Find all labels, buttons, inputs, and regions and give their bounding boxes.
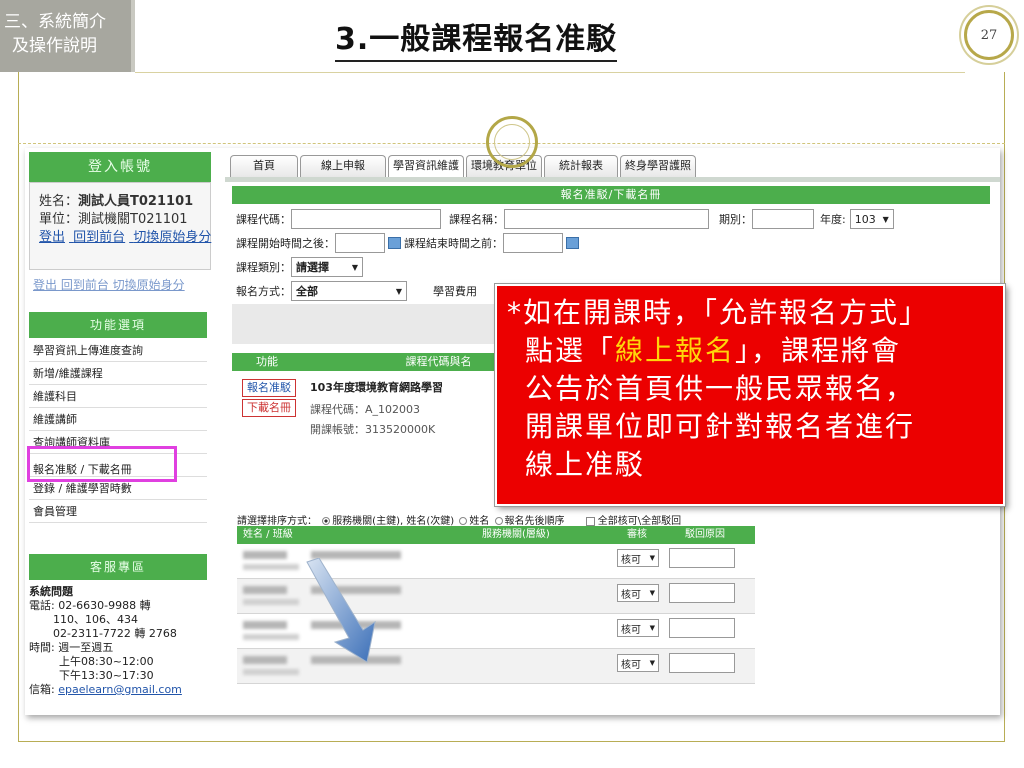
course-title: 103年度環境教育網路學習 bbox=[310, 381, 443, 394]
course-name-input[interactable] bbox=[504, 209, 709, 229]
reject-reason-input[interactable] bbox=[669, 548, 735, 568]
review-select[interactable]: 核可 ▼ bbox=[617, 654, 659, 672]
frame-line bbox=[18, 72, 19, 742]
section-badge: 三、系統簡介 及操作說明 bbox=[0, 0, 135, 72]
sort-radio-order[interactable] bbox=[494, 517, 503, 525]
logout-link[interactable]: 登出 bbox=[39, 230, 65, 245]
decorative-ring-inner bbox=[494, 124, 530, 160]
form-row-2: 課程開始時間之後： 課程結束時間之前： bbox=[236, 232, 582, 254]
course-code: 課程代碼：A_102003 bbox=[310, 403, 421, 416]
tab-home[interactable]: 首頁 bbox=[230, 155, 298, 177]
user-name: 測試人員T021101 bbox=[78, 194, 194, 209]
service-header: 客服專區 bbox=[29, 554, 207, 580]
annotation-note: *如在開課時，「允許報名方式」 點選「線上報名」，課程將會 公告於首頁供一般民眾… bbox=[494, 283, 1006, 507]
course-list: 報名准駁 下載名冊 103年度環境教育網路學習 課程代碼：A_102003 開課… bbox=[232, 371, 512, 441]
year-select[interactable]: 103 ▼ bbox=[849, 209, 894, 229]
section-line-1: 三、系統簡介 bbox=[4, 12, 106, 32]
main-tabs: 首頁 線上申報 學習資訊維護 環境教育單位 統計報表 終身學習護照 bbox=[230, 155, 696, 177]
chevron-down-icon: ▼ bbox=[649, 554, 655, 562]
tab-bar-line bbox=[225, 177, 1000, 182]
login-header: 登入帳號 bbox=[29, 152, 211, 182]
menu-item-course[interactable]: 新增/維護課程 bbox=[29, 362, 207, 385]
highlight-online-signup: 線上報名 bbox=[615, 334, 736, 367]
user-unit: 測試機關T021101 bbox=[78, 212, 188, 227]
sort-options: 請選擇排序方式： 服務機關(主鍵), 姓名(次鍵) 姓名 報名先後順序 全部核可… bbox=[237, 516, 682, 527]
login-info: 姓名：測試人員T021101 單位：測試機關T021101 登出 回到前台 切換… bbox=[29, 182, 211, 270]
sidebar: 登入帳號 姓名：測試人員T021101 單位：測試機關T021101 登出 回到… bbox=[25, 148, 215, 715]
menu-item-progress[interactable]: 學習資訊上傳進度查詢 bbox=[29, 339, 207, 362]
ghost-links: 登出 回到前台 切換原始身分 bbox=[33, 278, 185, 292]
category-select[interactable]: 請選擇 ▼ bbox=[291, 257, 363, 277]
chevron-down-icon: ▼ bbox=[882, 214, 889, 224]
calendar-icon[interactable] bbox=[388, 237, 401, 249]
menu-item-subject[interactable]: 維護科目 bbox=[29, 385, 207, 408]
chevron-down-icon: ▼ bbox=[351, 262, 358, 272]
download-roster-button[interactable]: 下載名冊 bbox=[242, 399, 296, 417]
signup-method-select[interactable]: 全部 ▼ bbox=[291, 281, 407, 301]
page-number: 27 bbox=[964, 10, 1014, 60]
approve-button[interactable]: 報名准駁 bbox=[242, 379, 296, 397]
form-row-4: 報名方式： 全部 ▼ 學習費用 bbox=[236, 280, 477, 302]
switch-identity-link[interactable]: 切換原始身分 bbox=[133, 230, 211, 245]
service-info: 系統問題 電話: 02-6630-9988 轉 110、106、434 02-2… bbox=[29, 585, 182, 696]
menu-item-lecturer[interactable]: 維護講師 bbox=[29, 408, 207, 431]
tab-report[interactable]: 線上申報 bbox=[300, 155, 386, 177]
course-list-header: 功能 課程代碼與名 bbox=[232, 353, 512, 371]
chevron-down-icon: ▼ bbox=[649, 589, 655, 597]
chevron-down-icon: ▼ bbox=[395, 286, 402, 296]
tab-passport[interactable]: 終身學習護照 bbox=[620, 155, 696, 177]
course-account: 開課帳號：313520000K bbox=[310, 423, 436, 436]
reject-reason-input[interactable] bbox=[669, 618, 735, 638]
reject-reason-input[interactable] bbox=[669, 583, 735, 603]
calendar-icon[interactable] bbox=[566, 237, 579, 249]
pointer-arrow-icon bbox=[306, 558, 376, 663]
review-select[interactable]: 核可 ▼ bbox=[617, 584, 659, 602]
frame-line bbox=[18, 741, 1005, 742]
reject-reason-input[interactable] bbox=[669, 653, 735, 673]
review-select[interactable]: 核可 ▼ bbox=[617, 549, 659, 567]
frame-line bbox=[135, 72, 965, 73]
tab-statistics[interactable]: 統計報表 bbox=[544, 155, 618, 177]
review-select[interactable]: 核可 ▼ bbox=[617, 619, 659, 637]
form-header: 報名准駁/下載名冊 bbox=[232, 186, 990, 204]
service-email-link[interactable]: epaelearn@gmail.com bbox=[58, 683, 182, 696]
course-code-input[interactable] bbox=[291, 209, 441, 229]
start-date-input[interactable] bbox=[335, 233, 385, 253]
check-all-checkbox[interactable] bbox=[585, 516, 595, 526]
applicant-table-header: 姓名 / 班級 服務機關(層級) 審核 駁回原因 bbox=[237, 526, 755, 544]
tab-learning-info[interactable]: 學習資訊維護 bbox=[388, 155, 464, 177]
function-header: 功能選項 bbox=[29, 312, 207, 338]
form-row-1: 課程代碼： 課程名稱： 期別： 年度: 103 ▼ bbox=[236, 208, 894, 230]
chevron-down-icon: ▼ bbox=[649, 659, 655, 667]
end-date-input[interactable] bbox=[503, 233, 563, 253]
function-menu: 學習資訊上傳進度查詢 新增/維護課程 維護科目 維護講師 查詢講師資料庫 報名准… bbox=[29, 339, 207, 523]
sort-radio-name[interactable] bbox=[459, 517, 468, 525]
back-to-front-link[interactable]: 回到前台 bbox=[73, 230, 125, 245]
sort-radio-unit[interactable] bbox=[322, 517, 331, 525]
chevron-down-icon: ▼ bbox=[649, 624, 655, 632]
period-input[interactable] bbox=[752, 209, 814, 229]
menu-item-members[interactable]: 會員管理 bbox=[29, 500, 207, 523]
form-row-3: 課程類別： 請選擇 ▼ bbox=[236, 256, 363, 278]
slide-title: 3.一般課程報名准駁 bbox=[335, 20, 618, 62]
menu-highlight-box bbox=[27, 446, 177, 482]
section-line-2: 及操作說明 bbox=[12, 36, 97, 56]
